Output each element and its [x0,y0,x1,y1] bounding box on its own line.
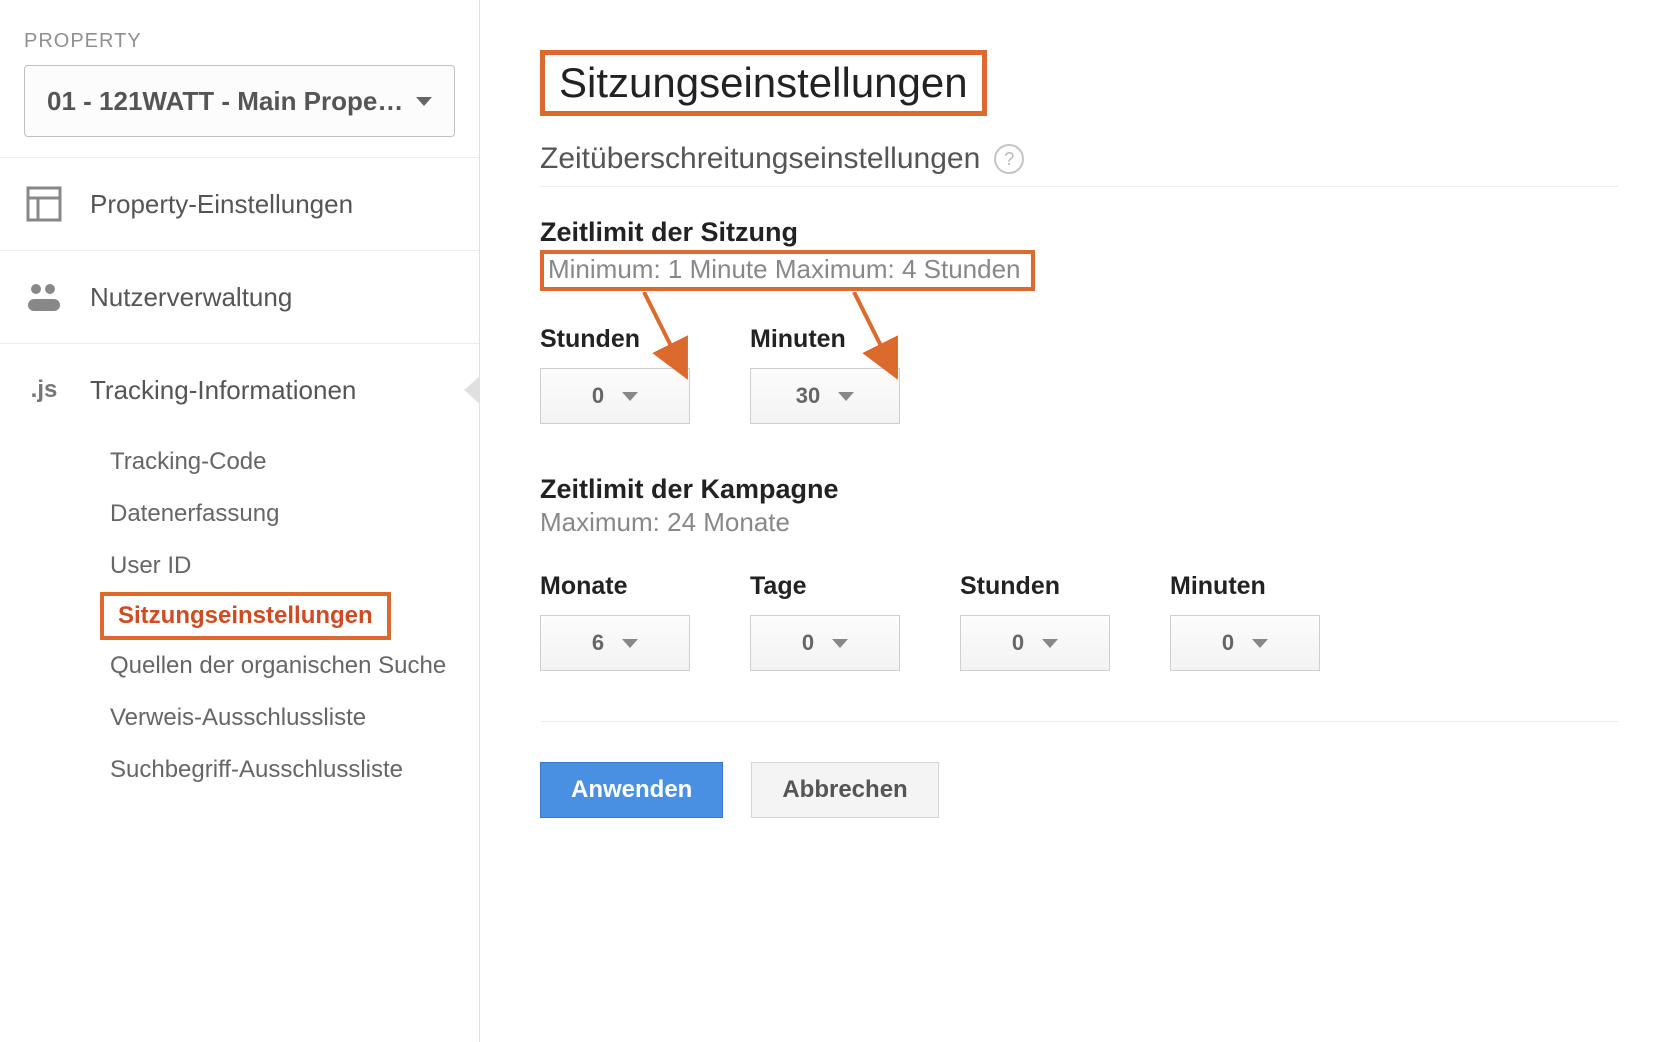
campaign-hours-select[interactable]: 0 [960,615,1110,671]
action-button-row: Anwenden Abbrechen [540,721,1618,818]
campaign-months-label: Monate [540,572,690,601]
sidebar-item-property-settings[interactable]: Property-Einstellungen [0,158,479,250]
session-minutes-label: Minuten [750,325,900,354]
campaign-days-select[interactable]: 0 [750,615,900,671]
chevron-down-icon [1042,639,1058,648]
sidebar-subitem-data-collection[interactable]: Datenerfassung [100,488,479,540]
property-selector-value: 01 - 121WATT - Main Prope… [47,86,403,117]
session-timeout-title: Zeitlimit der Sitzung [540,217,1618,248]
campaign-months-value: 6 [592,630,604,656]
campaign-timeout-title: Zeitlimit der Kampagne [540,474,1618,505]
chevron-down-icon [832,639,848,648]
sidebar-subitem-referral-exclusion[interactable]: Verweis-Ausschlussliste [100,692,479,744]
cancel-button[interactable]: Abbrechen [751,762,938,818]
property-selector[interactable]: 01 - 121WATT - Main Prope… [24,65,455,137]
sidebar-subitem-user-id[interactable]: User ID [100,540,479,592]
sidebar: PROPERTY 01 - 121WATT - Main Prope… Prop… [0,0,480,1042]
sidebar-sublist-tracking: Tracking-Code Datenerfassung User ID Sit… [0,436,479,816]
help-icon[interactable]: ? [994,144,1024,174]
campaign-minutes-value: 0 [1222,630,1234,656]
sidebar-subitem-searchterm-exclusion[interactable]: Suchbegriff-Ausschlussliste [100,744,479,796]
section-heading-text: Zeitüberschreitungseinstellungen [540,142,980,176]
session-hours-label: Stunden [540,325,690,354]
campaign-hours-label: Stunden [960,572,1110,601]
settings-page-icon [24,184,64,224]
sidebar-item-user-management[interactable]: Nutzerverwaltung [0,251,479,343]
chevron-down-icon [622,392,638,401]
campaign-timeout-hint: Maximum: 24 Monate [540,507,790,538]
campaign-minutes-label: Minuten [1170,572,1320,601]
page-title: Sitzungseinstellungen [540,50,987,116]
section-header-timeout: Zeitüberschreitungseinstellungen ? [540,142,1618,187]
chevron-down-icon [622,639,638,648]
session-timeout-hint: Minimum: 1 Minute Maximum: 4 Stunden [548,254,1021,285]
sidebar-subitem-organic-sources[interactable]: Quellen der organischen Suche [100,640,479,692]
sidebar-item-label: Property-Einstellungen [90,189,353,220]
campaign-days-label: Tage [750,572,900,601]
session-minutes-value: 30 [796,383,820,409]
chevron-down-icon [1252,639,1268,648]
campaign-days-value: 0 [802,630,814,656]
chevron-down-icon [838,392,854,401]
sidebar-item-label: Tracking-Informationen [90,375,356,406]
chevron-down-icon [416,97,432,106]
session-minutes-select[interactable]: 30 [750,368,900,424]
sidebar-item-label: Nutzerverwaltung [90,282,292,313]
sidebar-subitem-tracking-code[interactable]: Tracking-Code [100,436,479,488]
campaign-hours-value: 0 [1012,630,1024,656]
campaign-months-select[interactable]: 6 [540,615,690,671]
apply-button[interactable]: Anwenden [540,762,723,818]
sidebar-subitem-session-settings[interactable]: Sitzungseinstellungen [100,592,391,640]
main-content: Sitzungseinstellungen Zeitüberschreitung… [480,0,1658,1042]
session-hours-value: 0 [592,383,604,409]
property-heading: PROPERTY [0,0,479,65]
sidebar-item-tracking-info[interactable]: .js Tracking-Informationen [0,344,479,436]
campaign-minutes-select[interactable]: 0 [1170,615,1320,671]
js-icon: .js [24,370,64,410]
session-hours-select[interactable]: 0 [540,368,690,424]
users-icon [24,277,64,317]
